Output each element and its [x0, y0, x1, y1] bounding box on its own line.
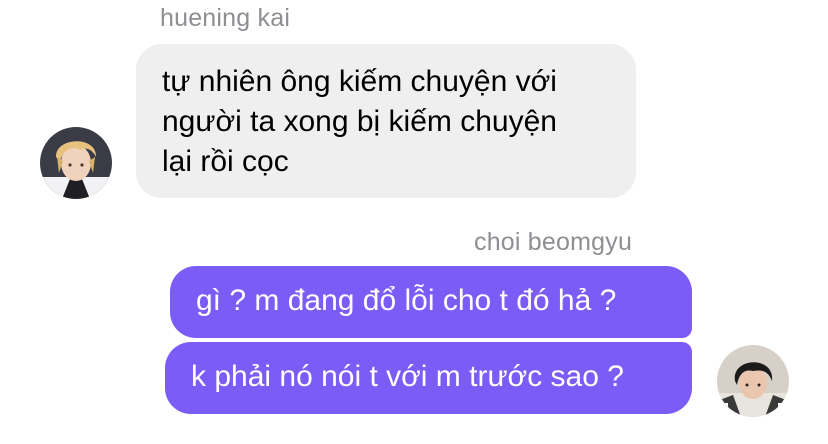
incoming-message-bubble[interactable]: tự nhiên ông kiếm chuyện với người ta xo…: [136, 44, 636, 198]
incoming-message-line: tự nhiên ông kiếm chuyện với: [162, 65, 557, 98]
dark-hair-person-avatar-icon: [717, 345, 789, 417]
outgoing-message-bubble[interactable]: gì ? m đang đổ lỗi cho t đó hả ?: [170, 266, 692, 338]
outgoing-message-text: gì ? m đang đổ lỗi cho t đó hả ?: [196, 284, 617, 317]
outgoing-message-text: k phải nó nói t với m trước sao ?: [191, 360, 624, 393]
outgoing-sender-name: choi beomgyu: [474, 228, 633, 256]
outgoing-message-bubble[interactable]: k phải nó nói t với m trước sao ?: [165, 342, 692, 414]
blonde-person-avatar-icon: [40, 127, 112, 199]
outgoing-sender-avatar[interactable]: [717, 345, 789, 417]
incoming-sender-name: huening kai: [160, 4, 291, 32]
incoming-message-line: người ta xong bị kiếm chuyện: [162, 105, 557, 138]
incoming-sender-avatar[interactable]: [40, 127, 112, 199]
incoming-message-line: lại rồi cọc: [162, 145, 289, 178]
